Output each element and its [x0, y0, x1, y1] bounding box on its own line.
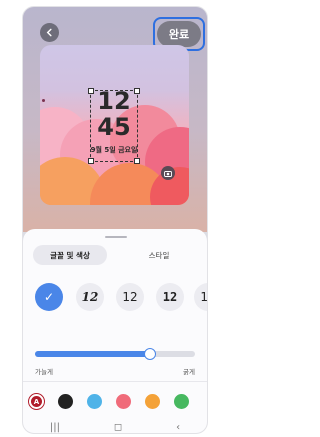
phone-frame: 완료 12 45 9월 5일 금요일 글꼴 및 색상 스타일 ✓ 12 12 1… — [22, 6, 208, 434]
slider-fill — [35, 351, 151, 357]
back-button[interactable] — [40, 23, 59, 42]
color-swatch[interactable] — [87, 394, 102, 409]
navigation-bar: ||| ◻ ‹ — [23, 419, 207, 433]
lockscreen-preview[interactable]: 12 45 9월 5일 금요일 — [40, 45, 189, 205]
edit-panel: 글꼴 및 색상 스타일 ✓ 12 12 12 12 가늘게 굵게 A ||| ◻… — [23, 229, 207, 433]
color-swatch[interactable] — [174, 394, 189, 409]
clock-time: 12 45 — [90, 88, 138, 140]
wallpaper-dot — [42, 99, 45, 102]
slider-thumb[interactable] — [144, 348, 157, 360]
font-option[interactable]: 12 — [194, 283, 207, 311]
camera-shortcut[interactable] — [161, 166, 175, 180]
resize-handle[interactable] — [134, 158, 140, 164]
slider-max-label: 굵게 — [183, 368, 195, 376]
tab-style[interactable]: 스타일 — [133, 245, 185, 265]
font-option[interactable]: 12 — [156, 283, 184, 311]
drag-handle[interactable] — [105, 236, 127, 238]
color-swatch[interactable] — [58, 394, 73, 409]
color-swatch[interactable] — [116, 394, 131, 409]
clock-date: 9월 5일 금요일 — [90, 146, 138, 154]
tab-font-color[interactable]: 글꼴 및 색상 — [33, 245, 107, 265]
font-option[interactable]: 12 — [116, 283, 144, 311]
camera-icon — [164, 170, 172, 177]
color-swatch[interactable] — [145, 394, 160, 409]
color-swatch[interactable]: A — [29, 394, 44, 409]
font-option-selected[interactable]: ✓ — [35, 283, 63, 311]
divider — [23, 381, 207, 382]
done-button[interactable]: 완료 — [157, 21, 201, 47]
clock-hours: 12 — [97, 87, 131, 115]
weight-slider[interactable] — [35, 348, 195, 360]
font-option[interactable]: 12 — [76, 283, 104, 311]
back-nav-icon[interactable]: ‹ — [176, 422, 180, 433]
slider-min-label: 가늘게 — [35, 368, 53, 376]
clock-minutes: 45 — [97, 113, 131, 141]
resize-handle[interactable] — [88, 158, 94, 164]
chevron-left-icon — [46, 28, 52, 37]
home-icon[interactable]: ◻ — [114, 422, 122, 433]
recent-apps-icon[interactable]: ||| — [50, 422, 60, 433]
